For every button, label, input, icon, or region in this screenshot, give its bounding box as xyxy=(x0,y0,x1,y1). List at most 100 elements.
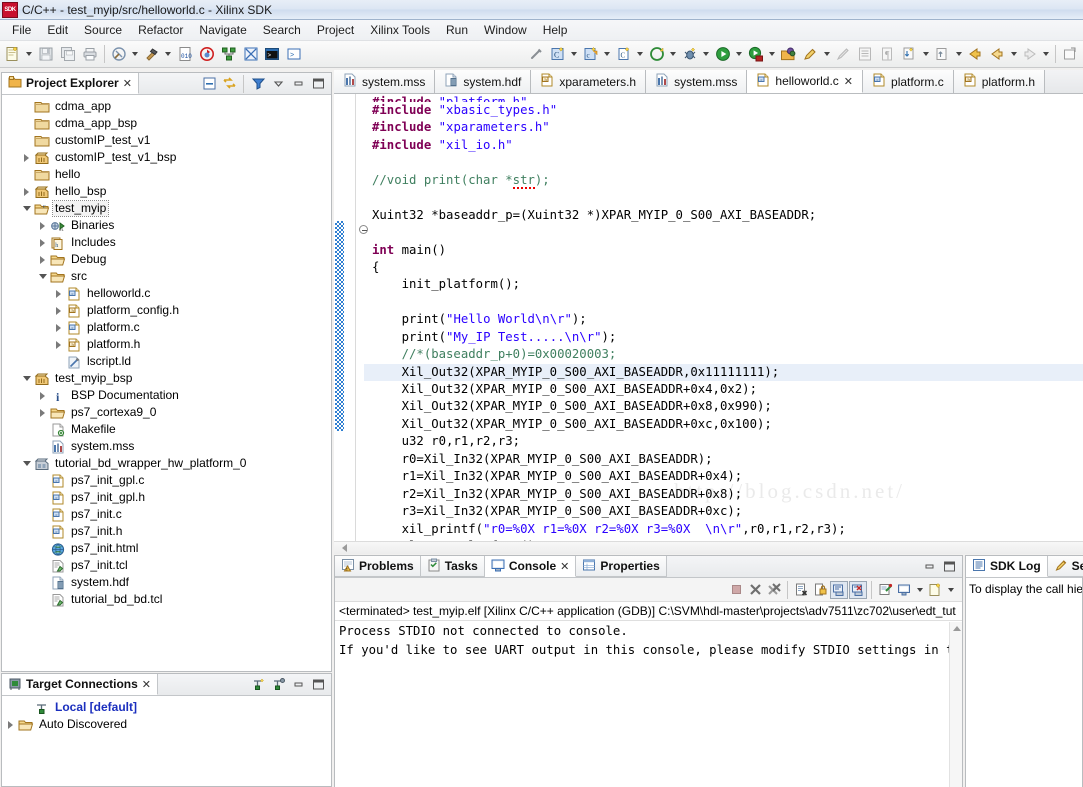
tree-item[interactable]: .c platform.c xyxy=(2,319,331,336)
right-panel-tab[interactable]: Sea xyxy=(1047,556,1083,577)
display-console-dropdown-arrow[interactable] xyxy=(914,579,925,601)
menu-edit[interactable]: Edit xyxy=(39,21,76,39)
run-config-icon[interactable] xyxy=(745,43,767,65)
binary-file-icon[interactable]: 010 xyxy=(174,43,196,65)
new-class-icon[interactable]: C xyxy=(613,43,635,65)
code-line[interactable]: r3=Xil_In32(XPAR_MYIP_0_S00_AXI_BASEADDR… xyxy=(364,503,1083,520)
program-fpga-icon[interactable] xyxy=(218,43,240,65)
code-line[interactable]: Xil_Out32(XPAR_MYIP_0_S00_AXI_BASEADDR,0… xyxy=(364,363,1083,381)
new-wizard-icon[interactable] xyxy=(2,43,24,65)
code-line[interactable]: #include "platform.h" xyxy=(364,94,1083,102)
menu-navigate[interactable]: Navigate xyxy=(191,21,254,39)
restore-window-icon[interactable] xyxy=(1059,43,1081,65)
twisty-collapsed-icon[interactable] xyxy=(36,405,49,421)
tree-item[interactable]: .c ps7_init.h xyxy=(2,523,331,540)
previous-annotation-icon[interactable] xyxy=(931,43,953,65)
twisty-collapsed-icon[interactable] xyxy=(52,320,65,336)
forward-yellow-icon[interactable] xyxy=(986,43,1008,65)
view-menu-icon[interactable] xyxy=(269,75,287,93)
tree-item[interactable]: .h platform.h xyxy=(2,336,331,353)
xmd-console-icon[interactable] xyxy=(240,43,262,65)
editor-tab[interactable]: system.mss xyxy=(334,70,436,93)
editor-tab[interactable]: .c platform.c xyxy=(863,70,954,93)
build-hammer-dropdown-arrow[interactable] xyxy=(163,43,174,65)
tree-item[interactable]: customIP_test_v1 xyxy=(2,132,331,149)
program-flash-icon[interactable] xyxy=(196,43,218,65)
twisty-collapsed-icon[interactable] xyxy=(36,218,49,234)
bottom-panel-tabbar[interactable]: ! Problems Tasks Console ✕ Properties xyxy=(335,556,962,578)
tree-item[interactable]: i BSP Documentation xyxy=(2,387,331,404)
minimize-icon[interactable] xyxy=(289,676,307,694)
code-line[interactable] xyxy=(364,224,1083,241)
filter-icon[interactable] xyxy=(249,75,267,93)
tree-item[interactable]: Makefile xyxy=(2,421,331,438)
maximize-icon[interactable] xyxy=(309,75,327,93)
code-line[interactable]: Xil_Out32(XPAR_MYIP_0_S00_AXI_BASEADDR+0… xyxy=(364,398,1083,415)
remove-launch-icon[interactable] xyxy=(746,581,764,599)
tab-project-explorer[interactable]: Project Explorer ✕ xyxy=(2,73,139,94)
bottom-panel-tab[interactable]: Console ✕ xyxy=(484,556,577,577)
sdk-terminal-icon[interactable]: > xyxy=(283,43,305,65)
scroll-left-icon[interactable] xyxy=(342,544,347,552)
tree-item[interactable]: ps7_init.html xyxy=(2,540,331,557)
code-line[interactable]: init_platform(); xyxy=(364,276,1083,293)
bottom-panel-tab[interactable]: Properties xyxy=(576,556,667,577)
save-all-icon[interactable] xyxy=(57,43,79,65)
twisty-collapsed-icon[interactable] xyxy=(20,184,33,200)
editor-tab[interactable]: system.mss xyxy=(646,70,748,93)
forward-gray-dropdown-arrow[interactable] xyxy=(1041,43,1052,65)
new-c-project-dropdown-arrow[interactable] xyxy=(569,43,580,65)
code-line[interactable] xyxy=(364,189,1083,206)
new-c-project-icon[interactable]: C xyxy=(547,43,569,65)
code-line[interactable]: print("My_IP Test.....\n\r"); xyxy=(364,329,1083,346)
twisty-collapsed-icon[interactable] xyxy=(20,150,33,166)
code-content[interactable]: #include "platform.h" #include "xbasic_ty… xyxy=(364,94,1083,541)
code-line[interactable]: Xil_Out32(XPAR_MYIP_0_S00_AXI_BASEADDR+0… xyxy=(364,381,1083,398)
run-config-dropdown-arrow[interactable] xyxy=(767,43,778,65)
editor-tab[interactable]: .h xparameters.h xyxy=(531,70,647,93)
menu-help[interactable]: Help xyxy=(535,21,576,39)
right-panel-tab[interactable]: SDK Log xyxy=(966,556,1048,577)
twisty-collapsed-icon[interactable] xyxy=(52,286,65,302)
link-broken-icon[interactable] xyxy=(525,43,547,65)
pin-console-icon[interactable] xyxy=(876,581,894,599)
menu-xilinx-tools[interactable]: Xilinx Tools xyxy=(362,21,438,39)
marker-icon[interactable] xyxy=(799,43,821,65)
tree-item[interactable]: tutorial_bd_bd.tcl xyxy=(2,591,331,608)
new-class-dropdown-arrow[interactable] xyxy=(635,43,646,65)
scroll-lock-icon[interactable] xyxy=(811,581,829,599)
editor-tab[interactable]: system.hdf xyxy=(435,70,532,93)
code-line[interactable]: xil_printf("r0=%0X r1=%0X r2=%0X r3=%0X … xyxy=(364,521,1083,538)
generate-icon[interactable] xyxy=(646,43,668,65)
tree-item[interactable]: customIP_test_v1_bsp xyxy=(2,149,331,166)
tab-target-connections[interactable]: Target Connections ✕ xyxy=(2,674,159,695)
target-connections-tree[interactable]: Local [default] Auto Discovered xyxy=(2,696,331,733)
close-icon[interactable]: ✕ xyxy=(560,560,569,573)
show-console-on-error-icon[interactable] xyxy=(849,580,867,599)
build-dropdown-arrow[interactable] xyxy=(130,43,141,65)
tree-item[interactable]: Local [default] xyxy=(2,699,331,716)
menu-project[interactable]: Project xyxy=(309,21,362,39)
open-console-dropdown-arrow[interactable] xyxy=(945,579,956,601)
twisty-collapsed-icon[interactable] xyxy=(52,303,65,319)
menu-search[interactable]: Search xyxy=(255,21,309,39)
run-dropdown-arrow[interactable] xyxy=(734,43,745,65)
close-icon[interactable]: ✕ xyxy=(844,75,853,88)
tree-item[interactable]: cdma_app_bsp xyxy=(2,115,331,132)
twisty-collapsed-icon[interactable] xyxy=(36,388,49,404)
open-console-icon[interactable] xyxy=(926,581,944,599)
display-console-icon[interactable] xyxy=(895,581,913,599)
code-line[interactable]: Xuint32 *baseaddr_p=(Xuint32 *)XPAR_MYIP… xyxy=(364,207,1083,224)
tree-item[interactable]: system.hdf xyxy=(2,574,331,591)
clear-console-icon[interactable] xyxy=(792,581,810,599)
forward-yellow-dropdown-arrow[interactable] xyxy=(1008,43,1019,65)
code-line[interactable]: //void print(char *str); xyxy=(364,172,1083,189)
tree-item[interactable]: system.mss xyxy=(2,438,331,455)
tree-item[interactable]: tutorial_bd_wrapper_hw_platform_0 xyxy=(2,455,331,472)
editor-tab[interactable]: .c helloworld.c ✕ xyxy=(747,70,864,93)
console-vertical-scrollbar[interactable] xyxy=(949,622,962,787)
code-line[interactable] xyxy=(364,154,1083,171)
save-icon[interactable] xyxy=(35,43,57,65)
scroll-up-icon[interactable] xyxy=(953,626,961,631)
tree-item[interactable]: lscript.ld xyxy=(2,353,331,370)
